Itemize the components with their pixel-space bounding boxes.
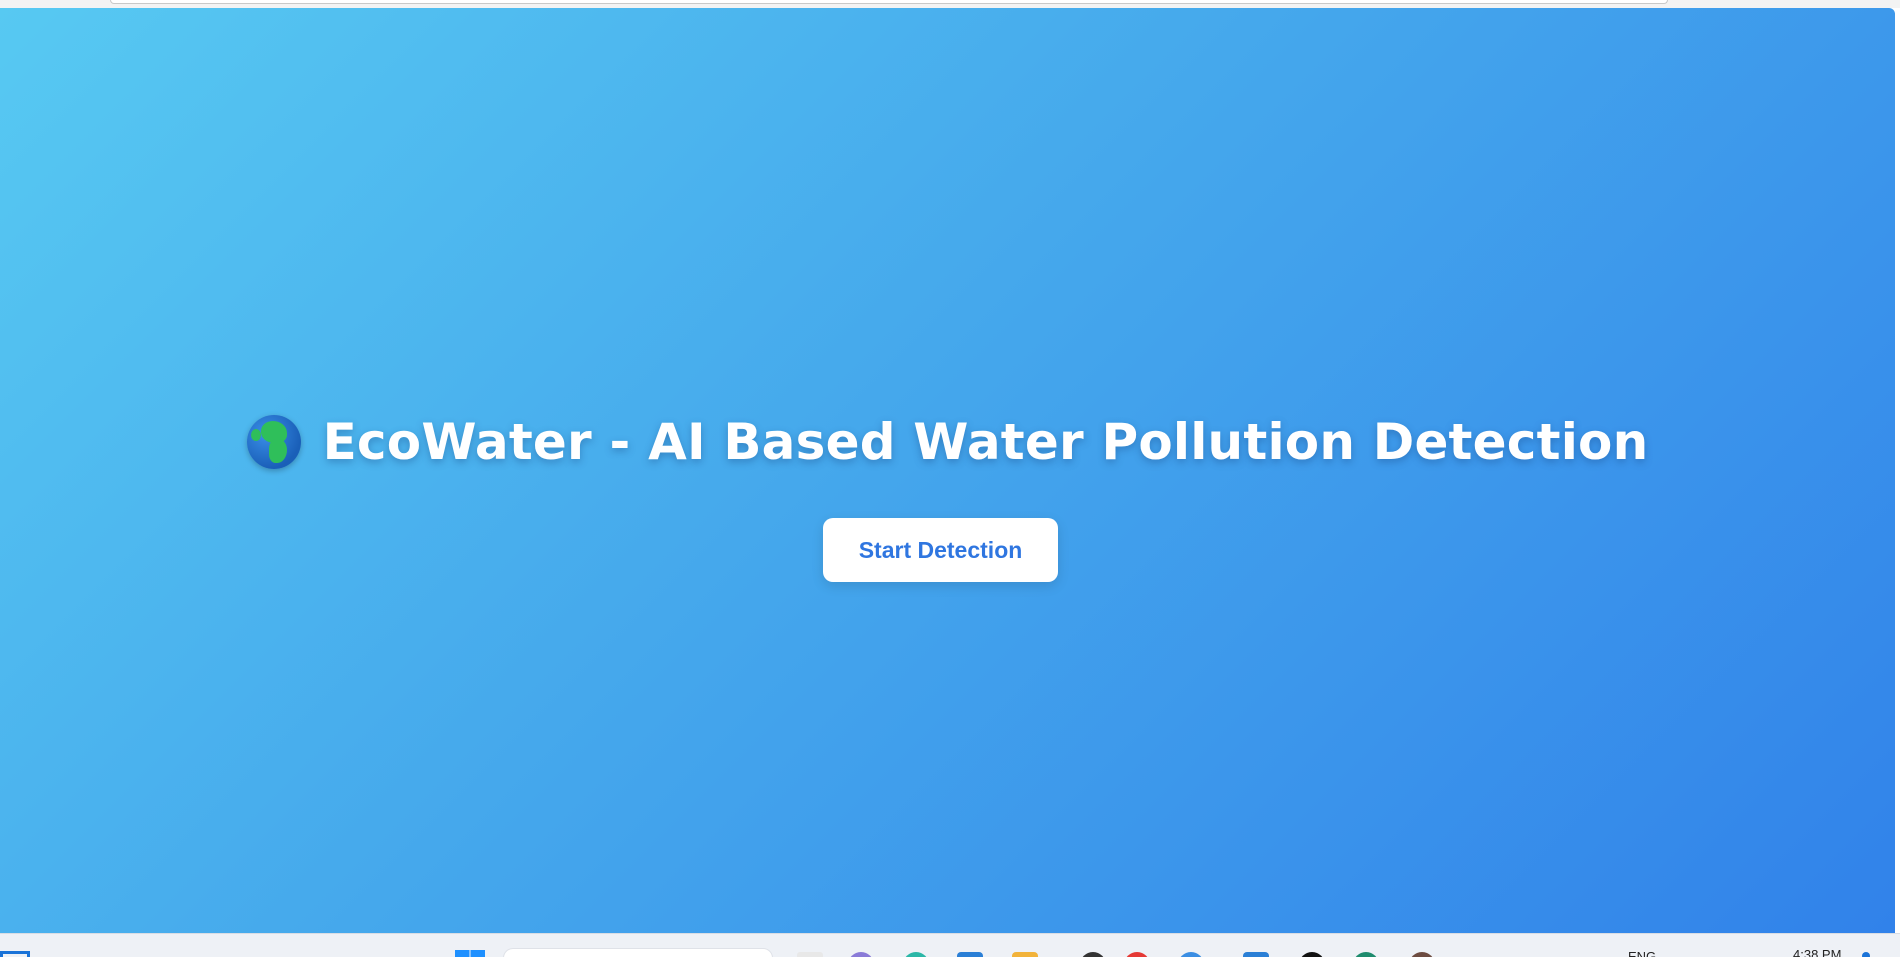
dark-app-icon[interactable]	[1299, 952, 1325, 957]
hero-section: EcoWater - AI Based Water Pollution Dete…	[0, 408, 1895, 476]
clock[interactable]: 4:38 PM	[1793, 947, 1841, 957]
address-bar[interactable]	[110, 0, 1668, 4]
profile-b-icon[interactable]	[1353, 952, 1379, 957]
media-app-icon[interactable]	[1080, 952, 1106, 957]
page-title: EcoWater - AI Based Water Pollution Dete…	[246, 408, 1649, 476]
start-detection-button[interactable]: Start Detection	[823, 518, 1058, 582]
page-title-text: EcoWater - AI Based Water Pollution Dete…	[322, 413, 1649, 471]
vscode-app-icon[interactable]	[1243, 952, 1269, 957]
teams-app-icon[interactable]	[848, 952, 874, 957]
windows-taskbar: ENG 4:38 PM	[0, 933, 1900, 957]
globe-icon	[246, 415, 301, 469]
store-app-icon[interactable]	[957, 952, 983, 957]
windows-start-icon[interactable]	[455, 950, 485, 957]
page-viewport: EcoWater - AI Based Water Pollution Dete…	[0, 8, 1895, 933]
chrome-app-icon[interactable]	[1178, 952, 1204, 957]
browser-top-strip	[0, 0, 1900, 8]
file-explorer-icon[interactable]	[1012, 952, 1038, 957]
red-app-icon[interactable]	[1124, 952, 1150, 957]
widgets-icon[interactable]	[0, 951, 30, 957]
profile-e-icon[interactable]	[1409, 952, 1435, 957]
notification-icon[interactable]	[1862, 952, 1870, 957]
taskbar-search-input[interactable]	[503, 948, 773, 957]
language-indicator[interactable]: ENG	[1628, 949, 1656, 957]
edge-app-icon[interactable]	[903, 952, 929, 957]
mail-app-icon[interactable]	[797, 952, 823, 957]
